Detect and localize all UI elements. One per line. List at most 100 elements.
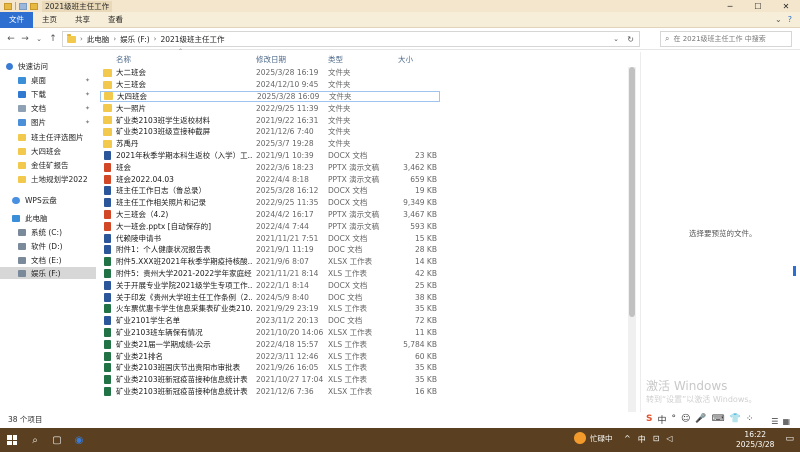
sidebar-item-downloads[interactable]: 下载 ✦: [0, 88, 96, 100]
forward-arrow-icon[interactable]: →: [18, 34, 32, 44]
file-row[interactable]: 大三班会（4.2) 2024/4/2 16:17 PPTX 演示文稿 3,467 KB: [100, 209, 440, 221]
sidebar-item-folder[interactable]: 土地规划学2022: [0, 173, 96, 185]
file-row[interactable]: 大二班会 2025/3/28 16:19 文件夹: [100, 67, 440, 79]
sidebar-item-quick-access[interactable]: 快速访问: [0, 60, 96, 72]
file-row[interactable]: 大三班会 2024/12/10 9:45 文件夹: [100, 79, 440, 91]
sidebar-item-folder[interactable]: 班主任评选图片: [0, 131, 96, 143]
clock[interactable]: 16:22 2025/3/28: [736, 430, 774, 450]
minimize-button[interactable]: ─: [716, 0, 744, 12]
file-row[interactable]: 班主任工作相关照片和记录 2022/9/25 11:35 DOCX 文档 9,349 …: [100, 197, 440, 209]
sidebar-item-this-pc[interactable]: 此电脑: [0, 212, 96, 224]
details-view-icon[interactable]: ☰: [771, 416, 778, 428]
file-row[interactable]: 苏禹丹 2025/3/7 19:28 文件夹: [100, 138, 440, 150]
properties-icon[interactable]: [19, 2, 27, 10]
new-folder-icon[interactable]: [30, 2, 38, 10]
column-header-type[interactable]: 类型: [328, 54, 343, 65]
file-row[interactable]: 附件1：个人健康状况报告表 2021/9/1 11:19 DOC 文档 28 KB: [100, 244, 440, 256]
file-row[interactable]: 关于印发《贵州大学班主任工作条例（2... 2024/5/9 8:40 DOC 文档…: [100, 291, 440, 303]
file-row[interactable]: 班会 2022/3/6 18:23 PPTX 演示文稿 3,462 KB: [100, 161, 440, 173]
tray-overflow-icon[interactable]: ^: [624, 434, 631, 445]
maximize-button[interactable]: ☐: [744, 0, 772, 12]
file-row[interactable]: 火车票优惠卡学生信息采集表矿业类210... 2021/9/29 23:19 XLS…: [100, 303, 440, 315]
file-row[interactable]: 关于开展专业学院2021级学生专项工作... 2022/1/1 8:14 DOCX …: [100, 279, 440, 291]
sidebar-item-documents[interactable]: 文档 ✦: [0, 102, 96, 114]
up-arrow-icon[interactable]: ↑: [46, 34, 60, 44]
weather-widget[interactable]: 忙碌中: [574, 432, 613, 444]
file-row[interactable]: 矿业2103班车辆保有情况 2021/10/20 14:06 XLSX 工作表 11 …: [100, 327, 440, 339]
tab-view[interactable]: 查看: [99, 12, 132, 28]
sidebar-item-desktop[interactable]: 桌面 ✦: [0, 74, 96, 86]
file-row[interactable]: 大四班会 2025/3/28 16:09 文件夹: [100, 90, 440, 103]
chevron-right-icon: ›: [113, 35, 117, 43]
file-row[interactable]: 附件5：贵州大学2021-2022学年家庭经... 2021/11/21 8:14…: [100, 268, 440, 280]
start-button[interactable]: [0, 428, 24, 452]
file-row[interactable]: 班主任工作日志（鲁总录） 2025/3/28 16:12 DOCX 文档 19 KB: [100, 185, 440, 197]
file-row[interactable]: 矿业类2103班学生返校材料 2021/9/22 16:31 文件夹: [100, 114, 440, 126]
file-row[interactable]: 矿业类2103班级宣接种截屏 2021/12/6 7:40 文件夹: [100, 126, 440, 138]
address-dropdown-icon[interactable]: ⌄: [613, 35, 619, 43]
refresh-icon[interactable]: ↻: [627, 35, 634, 44]
tiles-view-icon[interactable]: ▦: [782, 416, 790, 428]
sidebar-item-folder[interactable]: 大四班会: [0, 145, 96, 157]
edge-browser-icon[interactable]: ◉: [68, 428, 90, 452]
volume-icon[interactable]: ◁: [666, 434, 672, 445]
chevron-down-icon[interactable]: ⌄: [775, 15, 782, 24]
file-row[interactable]: 矿业类2103班新冠疫苗接种信息统计表 2021/12/6 7:36 XLSX 工作…: [100, 386, 440, 398]
sidebar-item-drive-d[interactable]: 软件 (D:): [0, 240, 96, 252]
breadcrumb-drive[interactable]: 娱乐 (F:): [120, 34, 150, 45]
network-icon[interactable]: ⊡: [653, 434, 660, 445]
file-row[interactable]: 2021年秋季学期本科生返校（入学）工... 2021/9/1 10:39 DOCX…: [100, 150, 440, 162]
file-row[interactable]: 矿业2101学生名单 2023/11/2 20:13 DOC 文档 72 KB: [100, 315, 440, 327]
scroll-thumb[interactable]: [629, 67, 635, 317]
tab-home[interactable]: 主页: [33, 12, 66, 28]
xlsx-file-icon: [104, 257, 111, 267]
search-input[interactable]: ⌕ 在 2021级班主任工作 中搜索: [660, 31, 792, 47]
sidebar-item-drive-f[interactable]: 娱乐 (F:): [0, 267, 96, 279]
sogou-logo-icon[interactable]: S: [646, 414, 652, 424]
ime-punctuation[interactable]: °: [672, 414, 677, 424]
history-chevron-icon[interactable]: ⌄: [32, 35, 46, 43]
taskview-icon[interactable]: ▢: [46, 428, 68, 452]
file-row[interactable]: 附件5.XXX班2021年秋季学期疫持核酸... 2021/9/6 8:07 XLS…: [100, 256, 440, 268]
close-button[interactable]: ✕: [772, 0, 800, 12]
skin-icon[interactable]: 👕: [730, 414, 741, 424]
back-arrow-icon[interactable]: ←: [4, 34, 18, 44]
sidebar-item-pictures[interactable]: 图片 ✦: [0, 116, 96, 128]
file-row[interactable]: 矿业类2103班国庆节出贵阳市审批表 2021/9/26 16:05 XLS 工作表…: [100, 362, 440, 374]
file-row[interactable]: 代赖陵申请书 2021/11/21 7:51 DOCX 文档 15 KB: [100, 232, 440, 244]
keyboard-icon[interactable]: ⌨: [712, 414, 725, 424]
watermark-subtitle: 转到“设置”以激活 Windows。: [646, 395, 757, 404]
column-header-date[interactable]: 修改日期: [256, 54, 286, 65]
help-icon[interactable]: ?: [788, 15, 792, 24]
file-row[interactable]: 矿业类2103班新冠疫苗接种信息统计表 2021/10/27 17:04 XLS 工…: [100, 374, 440, 386]
column-header-name[interactable]: 名称: [116, 54, 131, 65]
search-icon[interactable]: ⌕: [24, 428, 46, 452]
tab-share[interactable]: 共享: [66, 12, 99, 28]
file-row[interactable]: 班会2022.04.03 2022/4/4 8:18 PPTX 演示文稿 659 KB: [100, 173, 440, 185]
sidebar-item-wps-cloud[interactable]: WPS云盘: [0, 194, 96, 206]
emoji-icon[interactable]: ☺: [681, 414, 690, 424]
file-row[interactable]: 矿业类21届一学期成绩-公示 2022/4/18 15:57 XLS 工作表 5,78…: [100, 338, 440, 350]
notification-icon[interactable]: ▭: [785, 434, 794, 444]
vertical-scrollbar[interactable]: [628, 67, 636, 412]
ime-language-toggle[interactable]: 中: [657, 413, 666, 426]
input-method-indicator[interactable]: 中: [638, 434, 646, 445]
breadcrumb-this-pc[interactable]: 此电脑: [87, 34, 110, 45]
microphone-icon[interactable]: 🎤: [695, 414, 706, 424]
file-row[interactable]: 大一班会.pptx [自动保存的] 2022/4/4 7:44 PPTX 演示文稿 5…: [100, 220, 440, 232]
xlsx-file-icon: [104, 363, 111, 373]
toolbox-icon[interactable]: ⁘: [746, 414, 754, 424]
file-date: 2024/12/10 9:45: [256, 80, 319, 90]
sidebar-item-folder[interactable]: 金佳矿报告: [0, 159, 96, 171]
column-header-size[interactable]: 大小: [398, 54, 413, 65]
breadcrumb-folder[interactable]: 2021级班主任工作: [160, 34, 224, 45]
sidebar-item-label: 娱乐 (F:): [31, 268, 61, 278]
file-type: DOCX 文档: [328, 233, 368, 243]
tab-file[interactable]: 文件: [0, 11, 33, 28]
sidebar-item-drive-e[interactable]: 文档 (E:): [0, 254, 96, 266]
sidebar-item-drive-c[interactable]: 系统 (C:): [0, 226, 96, 238]
file-row[interactable]: 矿业类21排名 2022/3/11 12:46 XLS 工作表 60 KB: [100, 350, 440, 362]
address-bar[interactable]: › 此电脑 › 娱乐 (F:) › 2021级班主任工作 ⌄ ↻: [62, 31, 640, 47]
file-row[interactable]: 大一照片 2022/9/25 11:39 文件夹: [100, 102, 440, 114]
sort-up-icon: ⌃: [178, 48, 184, 55]
